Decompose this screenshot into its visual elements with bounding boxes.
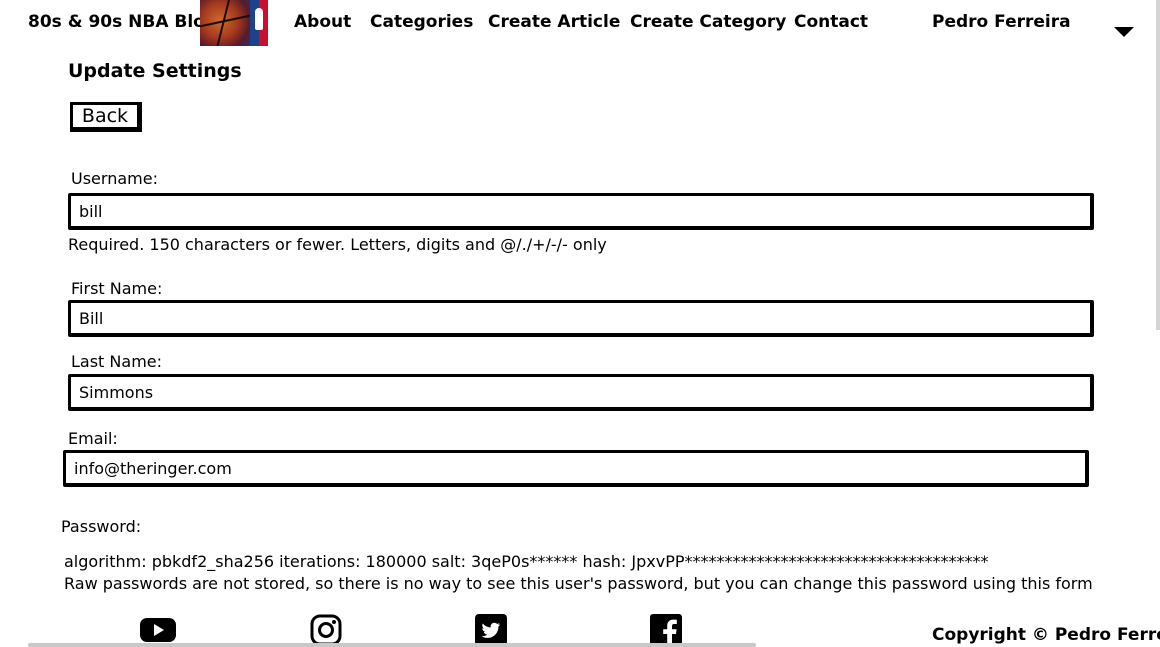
brand-link[interactable]: 80s & 90s NBA Blog	[28, 12, 217, 32]
password-help-text: Raw passwords are not stored, so there i…	[64, 574, 1093, 593]
youtube-icon[interactable]	[140, 614, 176, 646]
navbar: 80s & 90s NBA Blog About Categories Crea…	[0, 0, 1160, 48]
nav-link-about[interactable]: About	[294, 12, 351, 32]
twitter-icon[interactable]	[473, 614, 509, 646]
nav-link-create-category[interactable]: Create Category	[630, 12, 786, 32]
nav-link-categories[interactable]: Categories	[370, 12, 473, 32]
facebook-icon[interactable]	[648, 614, 684, 646]
username-label: Username:	[71, 169, 158, 188]
last-name-input[interactable]	[68, 374, 1094, 411]
nav-link-contact[interactable]: Contact	[794, 12, 868, 32]
nav-link-create-article[interactable]: Create Article	[488, 12, 620, 32]
password-hash-info: algorithm: pbkdf2_sha256 iterations: 180…	[64, 552, 989, 571]
email-input[interactable]	[63, 450, 1089, 487]
horizontal-scrollbar[interactable]	[28, 643, 756, 647]
password-label: Password:	[61, 517, 142, 536]
first-name-input[interactable]	[68, 300, 1094, 337]
page: 80s & 90s NBA Blog About Categories Crea…	[0, 0, 1160, 647]
back-button[interactable]: Back	[70, 102, 142, 132]
username-help-text: Required. 150 characters or fewer. Lette…	[68, 235, 607, 254]
user-menu-name[interactable]: Pedro Ferreira	[932, 12, 1071, 32]
page-title: Update Settings	[68, 60, 242, 82]
email-label: Email:	[68, 429, 118, 448]
first-name-label: First Name:	[71, 279, 163, 298]
username-input[interactable]	[68, 193, 1094, 230]
copyright-text: Copyright © Pedro Ferreira	[932, 625, 1160, 645]
instagram-icon[interactable]	[308, 614, 344, 646]
nba-logo-image	[250, 0, 268, 46]
triangle-down-icon[interactable]	[1114, 27, 1134, 37]
basketball-image	[200, 0, 250, 46]
site-logo[interactable]	[200, 0, 268, 46]
vertical-scrollbar[interactable]	[1156, 0, 1160, 330]
last-name-label: Last Name:	[71, 352, 163, 371]
